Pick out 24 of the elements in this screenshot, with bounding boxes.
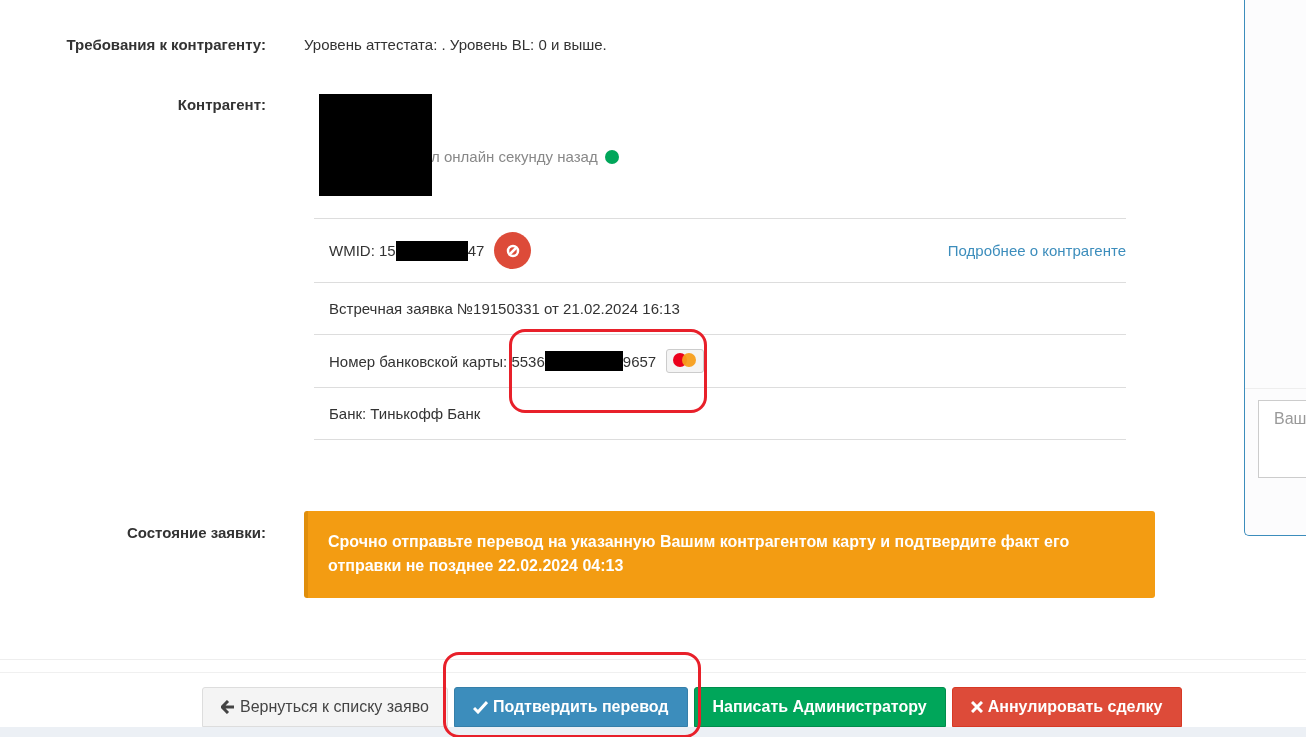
confirm-button[interactable]: Подтвердить перевод bbox=[453, 687, 688, 727]
message-field[interactable]: Ваш bbox=[1258, 400, 1306, 478]
requirements-value: Уровень аттестата: . Уровень BL: 0 и выше. bbox=[304, 35, 608, 55]
field-label: Требования к контрагенту: bbox=[65, 35, 266, 55]
block-button[interactable] bbox=[494, 232, 532, 269]
close-icon bbox=[970, 701, 983, 713]
field-label: Контрагент: bbox=[176, 95, 266, 115]
cancel-button[interactable]: Аннулировать сделку bbox=[951, 687, 1182, 727]
ban-icon bbox=[505, 243, 520, 258]
card-number-text: 9657 bbox=[622, 352, 657, 370]
wmid-text: 47 bbox=[467, 242, 485, 259]
admin-button[interactable]: Написать Администратору bbox=[693, 687, 946, 727]
card-number-text: Номер банковской карты: 5536 bbox=[329, 352, 545, 370]
card-brand-icon bbox=[666, 349, 705, 373]
check-icon bbox=[472, 700, 488, 714]
details-link[interactable]: Подробнее о контрагенте bbox=[947, 242, 1126, 259]
bank-text: Банк: Тинькофф Банк bbox=[329, 405, 481, 422]
wmid-text: WMID: 15 bbox=[329, 242, 396, 259]
online-status: л онлайн секунду назад bbox=[431, 148, 598, 165]
field-label: Состояние заявки: bbox=[125, 523, 266, 543]
arrow-left-icon bbox=[221, 700, 235, 714]
back-button[interactable]: Вернуться к списку заяво bbox=[202, 687, 448, 727]
status-alert: Срочно отправьте перевод на указанную Вашим контрагентом карту и подтвердите факт его отправки не позднее 22.02.2024 04:13 bbox=[304, 511, 1155, 598]
counter-order-text: Встречная заявка №19150331 от 21.02.2024 16:13 bbox=[329, 300, 680, 317]
